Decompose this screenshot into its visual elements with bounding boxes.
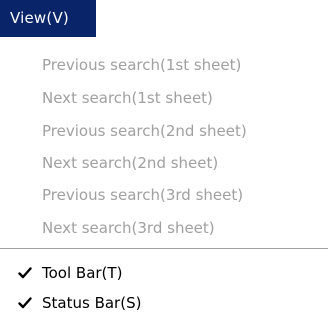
menu-item-next-search-sheet3: Next search(3rd sheet) xyxy=(42,219,215,237)
menu-item-tool-bar[interactable]: Tool Bar(T) xyxy=(42,263,122,283)
checkmark-icon xyxy=(18,296,32,310)
menu-item-status-bar[interactable]: Status Bar(S) xyxy=(42,293,141,313)
menu-item-previous-search-sheet3: Previous search(3rd sheet) xyxy=(42,186,244,204)
menu-separator xyxy=(0,248,328,250)
menu-item-previous-search-sheet1: Previous search(1st sheet) xyxy=(42,56,242,74)
menu-item-previous-search-sheet2: Previous search(2nd sheet) xyxy=(42,122,247,140)
view-menu-dropdown: Previous search(1st sheet) Next search(1… xyxy=(0,37,328,320)
view-menu-title[interactable]: View(V) xyxy=(0,0,96,37)
checkmark-icon xyxy=(18,266,32,280)
menu-item-next-search-sheet1: Next search(1st sheet) xyxy=(42,89,213,107)
menu-item-next-search-sheet2: Next search(2nd sheet) xyxy=(42,154,219,172)
